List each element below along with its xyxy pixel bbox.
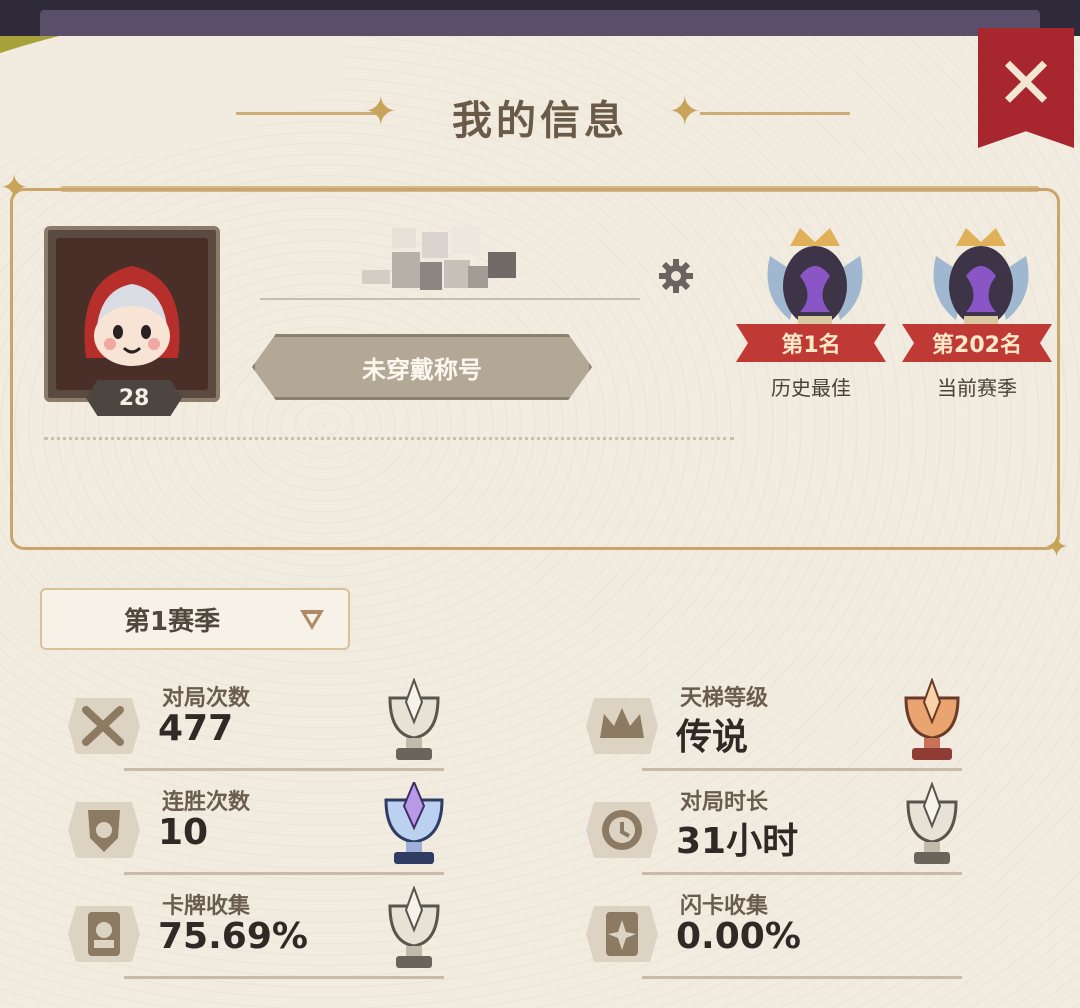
clock-icon xyxy=(586,802,658,858)
avatar-portrait-icon xyxy=(84,266,180,366)
rank-caption: 当前赛季 xyxy=(937,376,1017,400)
rank-ribbon: 第202名 xyxy=(902,324,1052,362)
stat-ladder: 天梯等级 传说 xyxy=(582,678,1002,771)
sparkle-icon: ✦ xyxy=(1044,530,1070,565)
stat-value: 31小时 xyxy=(676,821,799,862)
page-title: 我的信息 xyxy=(452,98,628,144)
level-badge: 28 xyxy=(86,380,182,416)
rank-caption: 历史最佳 xyxy=(771,376,851,400)
stat-value: 0.00% xyxy=(676,916,801,957)
name-underline xyxy=(260,298,640,300)
stat-value: 传说 xyxy=(676,717,749,758)
stat-underline xyxy=(642,872,962,875)
card-collection-icon xyxy=(68,906,140,962)
stat-underline xyxy=(124,768,444,771)
trophy-silver-icon xyxy=(388,678,440,760)
trophy-silver-icon xyxy=(906,782,958,864)
trophy-bronze-icon xyxy=(904,678,960,760)
close-icon: ✕ xyxy=(995,41,1057,125)
season-dropdown-label: 第1赛季 xyxy=(124,606,221,637)
crown-icon xyxy=(586,698,658,754)
avatar[interactable] xyxy=(44,226,220,402)
stat-underline xyxy=(124,872,444,875)
rank-emblem-icon xyxy=(767,228,863,332)
stat-shiny-collection: 闪卡收集 0.00% xyxy=(582,886,1002,979)
rank-emblem-icon xyxy=(933,228,1029,332)
title-badge-button[interactable]: 未穿戴称号 xyxy=(252,334,592,400)
top-bar xyxy=(0,0,1080,40)
streak-shield-icon xyxy=(68,802,140,858)
close-button[interactable]: ✕ xyxy=(978,28,1074,148)
player-name-blurred xyxy=(362,226,516,290)
trophy-silver-icon xyxy=(388,886,440,968)
stat-matches: 对局次数 477 xyxy=(64,678,484,771)
stat-underline xyxy=(642,768,962,771)
rank-ribbon: 第1名 xyxy=(736,324,886,362)
dotted-divider xyxy=(44,437,734,440)
stat-underline xyxy=(124,976,444,979)
sparkle-icon: ✦ xyxy=(0,168,29,208)
season-dropdown[interactable]: 第1赛季 xyxy=(40,588,350,650)
stat-value: 75.69% xyxy=(158,916,308,957)
gear-icon[interactable] xyxy=(656,256,696,296)
crossed-swords-icon xyxy=(68,698,140,754)
stat-card-collection: 卡牌收集 75.69% xyxy=(64,886,484,979)
stat-underline xyxy=(642,976,962,979)
stat-win-streak: 连胜次数 10 xyxy=(64,782,484,875)
stat-value: 477 xyxy=(158,708,234,749)
stat-play-time: 对局时长 31小时 xyxy=(582,782,1002,875)
shiny-card-icon xyxy=(586,906,658,962)
chevron-down-icon xyxy=(300,610,324,630)
trophy-diamond-icon xyxy=(384,782,444,864)
stat-value: 10 xyxy=(158,812,209,853)
